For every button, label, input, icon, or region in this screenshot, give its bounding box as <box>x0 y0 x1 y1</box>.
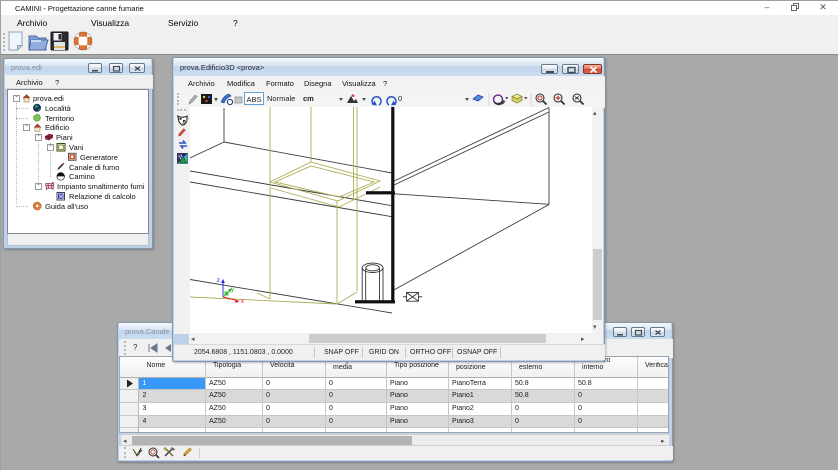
svg-text:z: z <box>217 278 220 284</box>
svg-text:y: y <box>231 287 234 293</box>
svg-text:x: x <box>241 299 244 305</box>
